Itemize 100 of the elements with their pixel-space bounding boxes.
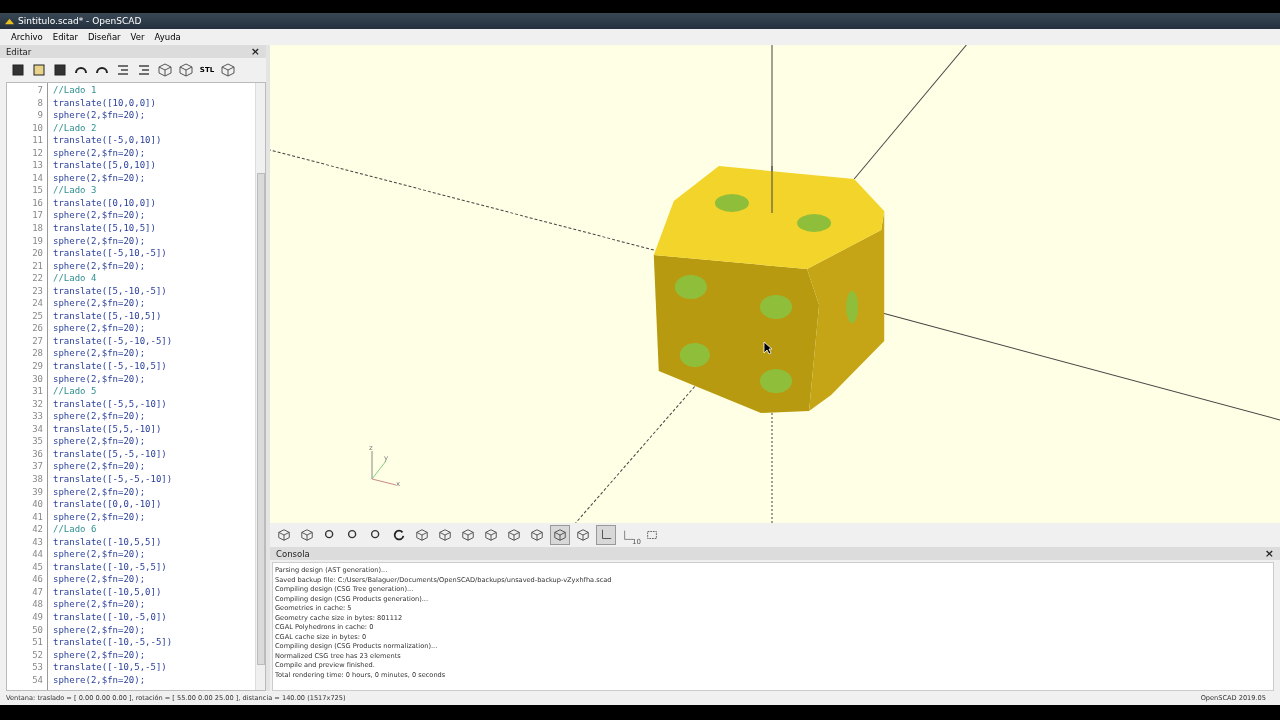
code-line: //Lado 4 [53,272,98,285]
line-number: 11 [32,134,43,147]
line-number: 22 [32,272,43,285]
code-line: translate([-5,-5,-10]) [53,472,174,486]
line-number: 35 [32,435,43,448]
code-line: translate([-5,-10,5]) [53,360,168,373]
window-title: Sintitulo.scad* - OpenSCAD [18,16,142,26]
line-number: 13 [32,159,43,172]
code-line: translate([5,0,10]) [53,159,157,172]
line-number: 21 [32,259,43,273]
line-number: 20 [32,247,43,260]
menu-item[interactable]: Editar [47,32,83,42]
code-line: sphere(2,$fn=20); [53,485,147,499]
line-number: 26 [32,322,43,335]
line-number: 15 [32,184,43,197]
code-line: //Lado 3 [53,184,98,197]
line-number: 45 [32,560,43,574]
code-line: sphere(2,$fn=20); [53,297,147,310]
code-line: sphere(2,$fn=20); [53,573,147,586]
line-number: 48 [32,598,43,611]
code-line: translate([-5,-10,-5]) [53,334,174,348]
code-line: translate([-10,-5,0]) [53,610,168,624]
code-line: sphere(2,$fn=20); [53,648,147,662]
code-line: //Lado 5 [53,385,98,398]
code-line: sphere(2,$fn=20); [53,510,147,524]
line-number: 23 [32,284,43,298]
cube-view-icon [415,528,429,542]
line-number: 50 [32,623,43,637]
line-number: 10 [32,121,43,135]
code-line: //Lado 6 [53,523,98,536]
code-line: sphere(2,$fn=20); [53,146,147,160]
line-number: 19 [32,234,43,248]
code-line: sphere(2,$fn=20); [53,598,147,611]
close-button[interactable]: × [250,46,260,57]
cube-view-icon [507,528,521,542]
line-number: 24 [32,297,43,310]
line-number: 49 [32,610,43,624]
axes-icon [599,528,613,542]
menu-item[interactable]: Archivo [6,32,48,42]
line-number: 28 [32,347,43,361]
scrollbar[interactable] [255,83,265,690]
code-line: sphere(2,$fn=20); [53,322,147,335]
cube-view-icon [484,528,498,542]
cube-view-icon [530,528,544,542]
unindent-icon[interactable] [136,62,152,78]
code-line: translate([-10,5,5]) [53,535,163,549]
line-number: 7 [37,84,43,97]
line-number: 37 [32,460,43,473]
menu-item[interactable]: Ayuda [149,32,186,42]
line-number: 52 [32,648,43,662]
line-number: 32 [32,397,43,411]
code-line: translate([-10,5,0]) [53,585,163,599]
menu-item[interactable]: Ver [125,32,150,42]
code-line: sphere(2,$fn=20); [53,259,147,273]
line-number: 29 [32,360,43,373]
line-number: 9 [37,109,43,122]
line-number: 40 [32,498,43,511]
line-number: 39 [32,485,43,499]
code-line: translate([5,-5,-10]) [53,447,168,461]
line-number: 17 [32,209,43,222]
axes-button[interactable] [596,525,616,545]
code-line: //Lado 2 [53,121,98,135]
line-number: 54 [32,673,43,687]
line-number: 53 [32,661,43,674]
code-line: translate([-10,-5,5]) [53,560,168,574]
close-button[interactable]: × [1264,548,1274,559]
code-line: translate([-5,10,-5]) [53,247,168,260]
menu-item[interactable]: Diseñar [82,32,126,42]
code-line: //Lado 1 [53,84,98,97]
line-number: 30 [32,372,43,386]
code-line: sphere(2,$fn=20); [53,171,147,185]
code-line: translate([-10,-5,-5]) [53,636,174,649]
code-line: translate([5,10,5]) [53,222,157,235]
code-line: sphere(2,$fn=20); [53,673,147,687]
cube-view-icon [461,528,475,542]
code-line: sphere(2,$fn=20); [53,234,147,248]
code-line: sphere(2,$fn=20); [53,347,147,361]
line-number: 34 [32,422,43,436]
code-line: translate([-10,5,-5]) [53,661,168,674]
line-number: 47 [32,585,43,599]
line-number: 51 [32,636,43,649]
line-number: 16 [32,196,43,210]
code-line: sphere(2,$fn=20); [53,460,147,473]
indent-icon[interactable] [115,62,131,78]
code-line: sphere(2,$fn=20); [53,209,147,222]
line-number: 43 [32,535,43,549]
panel-title: Editar [6,46,32,57]
code-line: translate([0,10,0]) [53,196,157,210]
code-line: translate([-5,5,-10]) [53,397,168,411]
code-line: translate([-5,0,10]) [53,134,163,147]
code-line: translate([5,-10,5]) [53,309,163,323]
line-number: 46 [32,573,43,586]
line-number: 31 [32,385,43,398]
code-line: sphere(2,$fn=20); [53,109,147,122]
code-line: translate([0,0,-10]) [53,498,163,511]
cursor-icon [763,341,773,355]
code-line: sphere(2,$fn=20); [53,435,147,448]
code-line: sphere(2,$fn=20); [53,410,147,423]
line-number: 41 [32,510,43,524]
line-number: 44 [32,548,43,561]
